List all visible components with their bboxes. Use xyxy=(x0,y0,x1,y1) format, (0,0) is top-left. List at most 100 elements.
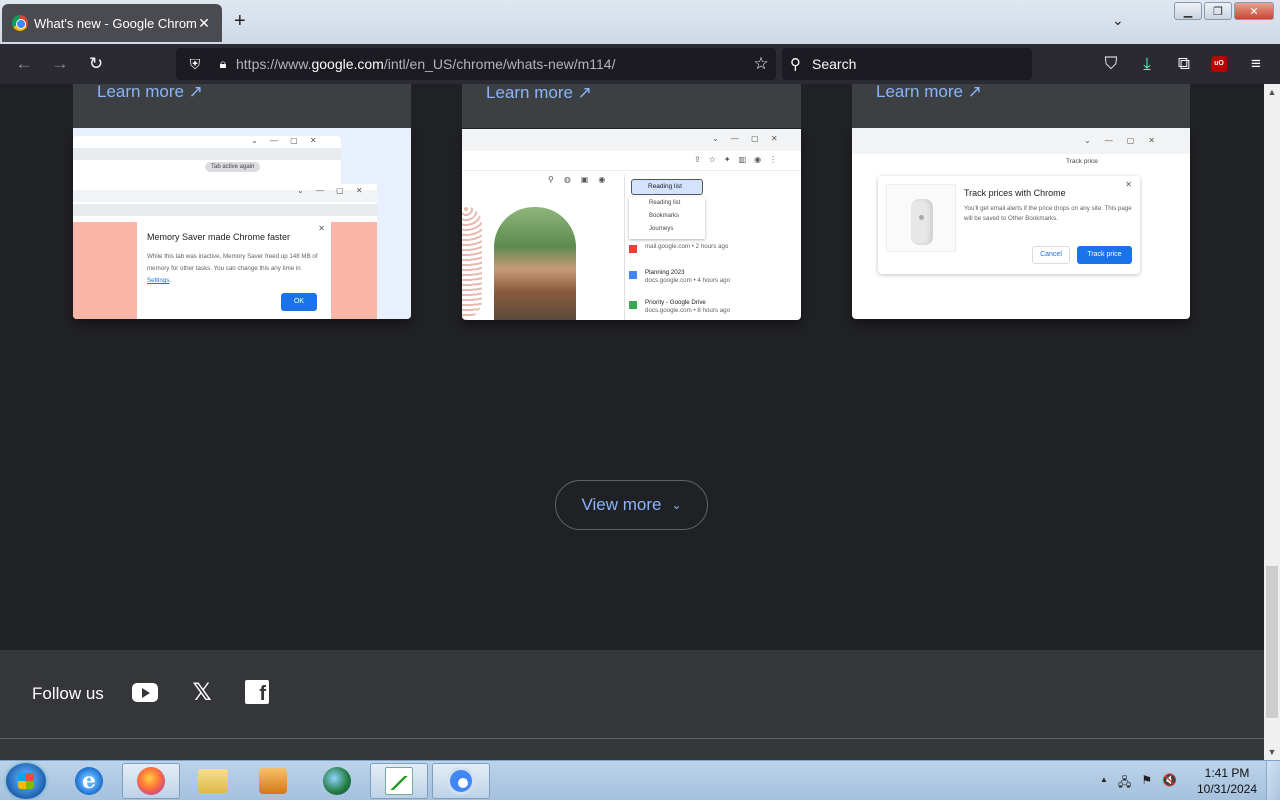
taskbar-firefox[interactable] xyxy=(122,763,180,799)
search-bar[interactable]: ⚲ Search xyxy=(782,48,1032,80)
dialog-close-icon: ✕ xyxy=(318,224,325,233)
youtube-icon[interactable] xyxy=(132,683,158,702)
side-panel-illustration: ⌄ — ▢ ✕ ⇪☆✦▥◉⋮ ⚲◍▣◉ Reading list Reading… xyxy=(462,129,801,320)
tab-title: What's new - Google Chrome xyxy=(34,15,196,31)
scrollbar-thumb[interactable] xyxy=(1266,566,1278,718)
minimize-button[interactable]: ▁ xyxy=(1174,2,1202,20)
product-thumbnail xyxy=(886,184,956,252)
cancel-button: Cancel xyxy=(1032,246,1070,264)
footer-divider xyxy=(0,738,1264,739)
list-item: Priority - Google Drive docs.google.com … xyxy=(629,299,730,315)
restore-button[interactable]: ❐ xyxy=(1204,2,1232,20)
page-scrollbar[interactable]: ▲ ▼ xyxy=(1264,84,1280,760)
tracking-protection-shield-icon[interactable]: ⛨ xyxy=(180,56,210,73)
clock-time: 1:41 PM xyxy=(1204,766,1250,780)
clock-date: 10/31/2024 xyxy=(1196,782,1258,796)
learn-more-link-1[interactable]: Learn more ↗ xyxy=(97,84,203,102)
side-panel-mock: Reading list Reading list Bookmarks Jour… xyxy=(624,175,790,320)
gmail-icon xyxy=(629,245,637,253)
show-desktop-button[interactable] xyxy=(1266,761,1280,800)
taskbar-network-app[interactable] xyxy=(308,763,366,799)
taskbar-internet-explorer[interactable]: e xyxy=(60,763,118,799)
taskbar-file-explorer[interactable] xyxy=(184,763,242,799)
chrome-icon xyxy=(447,767,475,795)
dialog-text: While this tab was inactive, Memory Save… xyxy=(147,253,318,284)
address-bar[interactable]: ⛨ 🔒︎ https://www. google.com/intl/en_US/c… xyxy=(176,48,776,80)
bookmark-star-icon[interactable]: ☆ xyxy=(746,54,776,74)
new-tab-button[interactable]: + xyxy=(234,10,246,33)
tab-close-icon[interactable]: ✕ xyxy=(196,15,212,32)
scroll-down-arrow-icon[interactable]: ▼ xyxy=(1264,744,1280,760)
taskbar-media-player[interactable] xyxy=(244,763,302,799)
dialog-title: Track prices with Chrome xyxy=(964,188,1066,198)
page-viewport: Learn more ↗ ⌄ — ▢ ✕ Tab active again ⌄ … xyxy=(0,84,1264,760)
browser-tab[interactable]: What's new - Google Chrome ✕ xyxy=(2,4,222,42)
firefox-icon xyxy=(137,767,165,795)
drive-icon xyxy=(629,301,637,309)
search-icon: ⚲ xyxy=(790,56,801,73)
search-placeholder: Search xyxy=(812,56,857,72)
learn-more-link-3[interactable]: Learn more ↗ xyxy=(876,84,982,102)
view-more-button[interactable]: View more ⌄ xyxy=(555,480,708,530)
network-icon[interactable]: 🖧 xyxy=(1118,773,1131,794)
view-more-label: View more xyxy=(581,495,662,514)
mock-browser-window: ⌄ — ▢ ✕ Tab active again xyxy=(73,136,341,186)
docs-icon xyxy=(629,271,637,279)
menu-item-journeys: Journeys xyxy=(649,226,674,232)
chart-app-icon xyxy=(385,767,413,795)
forward-arrow-icon[interactable]: → xyxy=(49,54,71,74)
price-tracking-illustration: ⌄—▢✕ Track price ✕ Track prices with Chr… xyxy=(852,128,1190,319)
menu-item-reading-list: Reading list xyxy=(649,200,681,206)
taskbar-chrome[interactable] xyxy=(432,763,490,799)
decorative-flower-image xyxy=(462,205,482,320)
taskbar-chart-app[interactable] xyxy=(370,763,428,799)
track-price-button: Track price xyxy=(1077,246,1132,264)
globe-icon xyxy=(323,767,351,795)
url-host: google.com xyxy=(311,56,384,72)
tab-list-chevron-icon[interactable]: ⌄ xyxy=(1112,12,1124,29)
dialog-close-icon: ✕ xyxy=(1125,180,1132,189)
track-prices-dialog: ✕ Track prices with Chrome You'll get em… xyxy=(878,176,1140,274)
system-clock[interactable]: 1:41 PM 10/31/2024 xyxy=(1190,765,1264,797)
tab-active-pill: Tab active again xyxy=(205,162,261,172)
track-price-chip: Track price xyxy=(1066,158,1098,165)
scroll-up-arrow-icon[interactable]: ▲ xyxy=(1264,84,1280,100)
memory-saver-illustration: ⌄ — ▢ ✕ Tab active again ⌄ — ▢ ✕ ✕ Memor… xyxy=(73,128,411,319)
reload-icon[interactable]: ↻ xyxy=(85,54,107,74)
side-panel-menu: Reading list Bookmarks Journeys xyxy=(629,197,705,239)
x-twitter-icon[interactable]: 𝕏 xyxy=(189,680,215,706)
show-hidden-icons-arrow-icon[interactable]: ▲ xyxy=(1100,773,1108,794)
dialog-ok-button: OK xyxy=(281,293,317,311)
page-footer: Follow us 𝕏 f xyxy=(0,650,1264,760)
hamburger-menu-icon[interactable]: ≡ xyxy=(1245,54,1267,74)
learn-more-link-2[interactable]: Learn more ↗ xyxy=(486,84,592,103)
downloads-icon[interactable]: ⤓ xyxy=(1136,54,1158,74)
menu-item-bookmarks: Bookmarks xyxy=(649,213,680,219)
list-item: Planning 2023 docs.google.com • 4 hours … xyxy=(629,269,730,285)
navigation-toolbar: ← → ↻ ⛨ 🔒︎ https://www. google.com/intl/e… xyxy=(0,44,1280,84)
url-path: /intl/en_US/chrome/whats-new/m114/ xyxy=(383,56,616,72)
settings-link: Settings xyxy=(147,277,170,284)
dialog-title: Memory Saver made Chrome faster xyxy=(147,232,291,242)
list-item: mail.google.com • 2 hours ago xyxy=(629,243,728,253)
back-arrow-icon[interactable]: ← xyxy=(13,54,35,74)
children-photo xyxy=(494,207,576,320)
volume-muted-icon[interactable]: 🔇 xyxy=(1162,773,1177,794)
action-center-flag-icon[interactable]: ⚑ xyxy=(1141,773,1152,794)
facebook-icon[interactable]: f xyxy=(245,680,269,704)
tab-strip: What's new - Google Chrome ✕ + ⌄ ▁ ❐ ✕ xyxy=(0,0,1280,44)
folder-icon xyxy=(198,769,228,793)
system-tray: ▲ 🖧 ⚑ 🔇 xyxy=(1100,773,1177,794)
chevron-down-icon: ⌄ xyxy=(671,498,682,512)
padlock-icon[interactable]: 🔒︎ xyxy=(210,56,236,72)
follow-us-label: Follow us xyxy=(32,684,104,703)
close-window-button[interactable]: ✕ xyxy=(1234,2,1274,20)
start-button[interactable] xyxy=(6,763,46,799)
dialog-text: You'll get email alerts if the price dro… xyxy=(964,205,1132,222)
windows-taskbar: e ▲ 🖧 ⚑ 🔇 1:41 PM 10/31/2024 xyxy=(0,760,1280,800)
url-prefix: https://www. xyxy=(236,56,312,72)
media-player-icon xyxy=(259,768,287,794)
extensions-puzzle-icon[interactable]: ⧉ xyxy=(1173,54,1195,74)
ublock-origin-icon[interactable]: uO xyxy=(1211,56,1227,72)
pocket-icon[interactable]: ⛉ xyxy=(1100,54,1122,74)
